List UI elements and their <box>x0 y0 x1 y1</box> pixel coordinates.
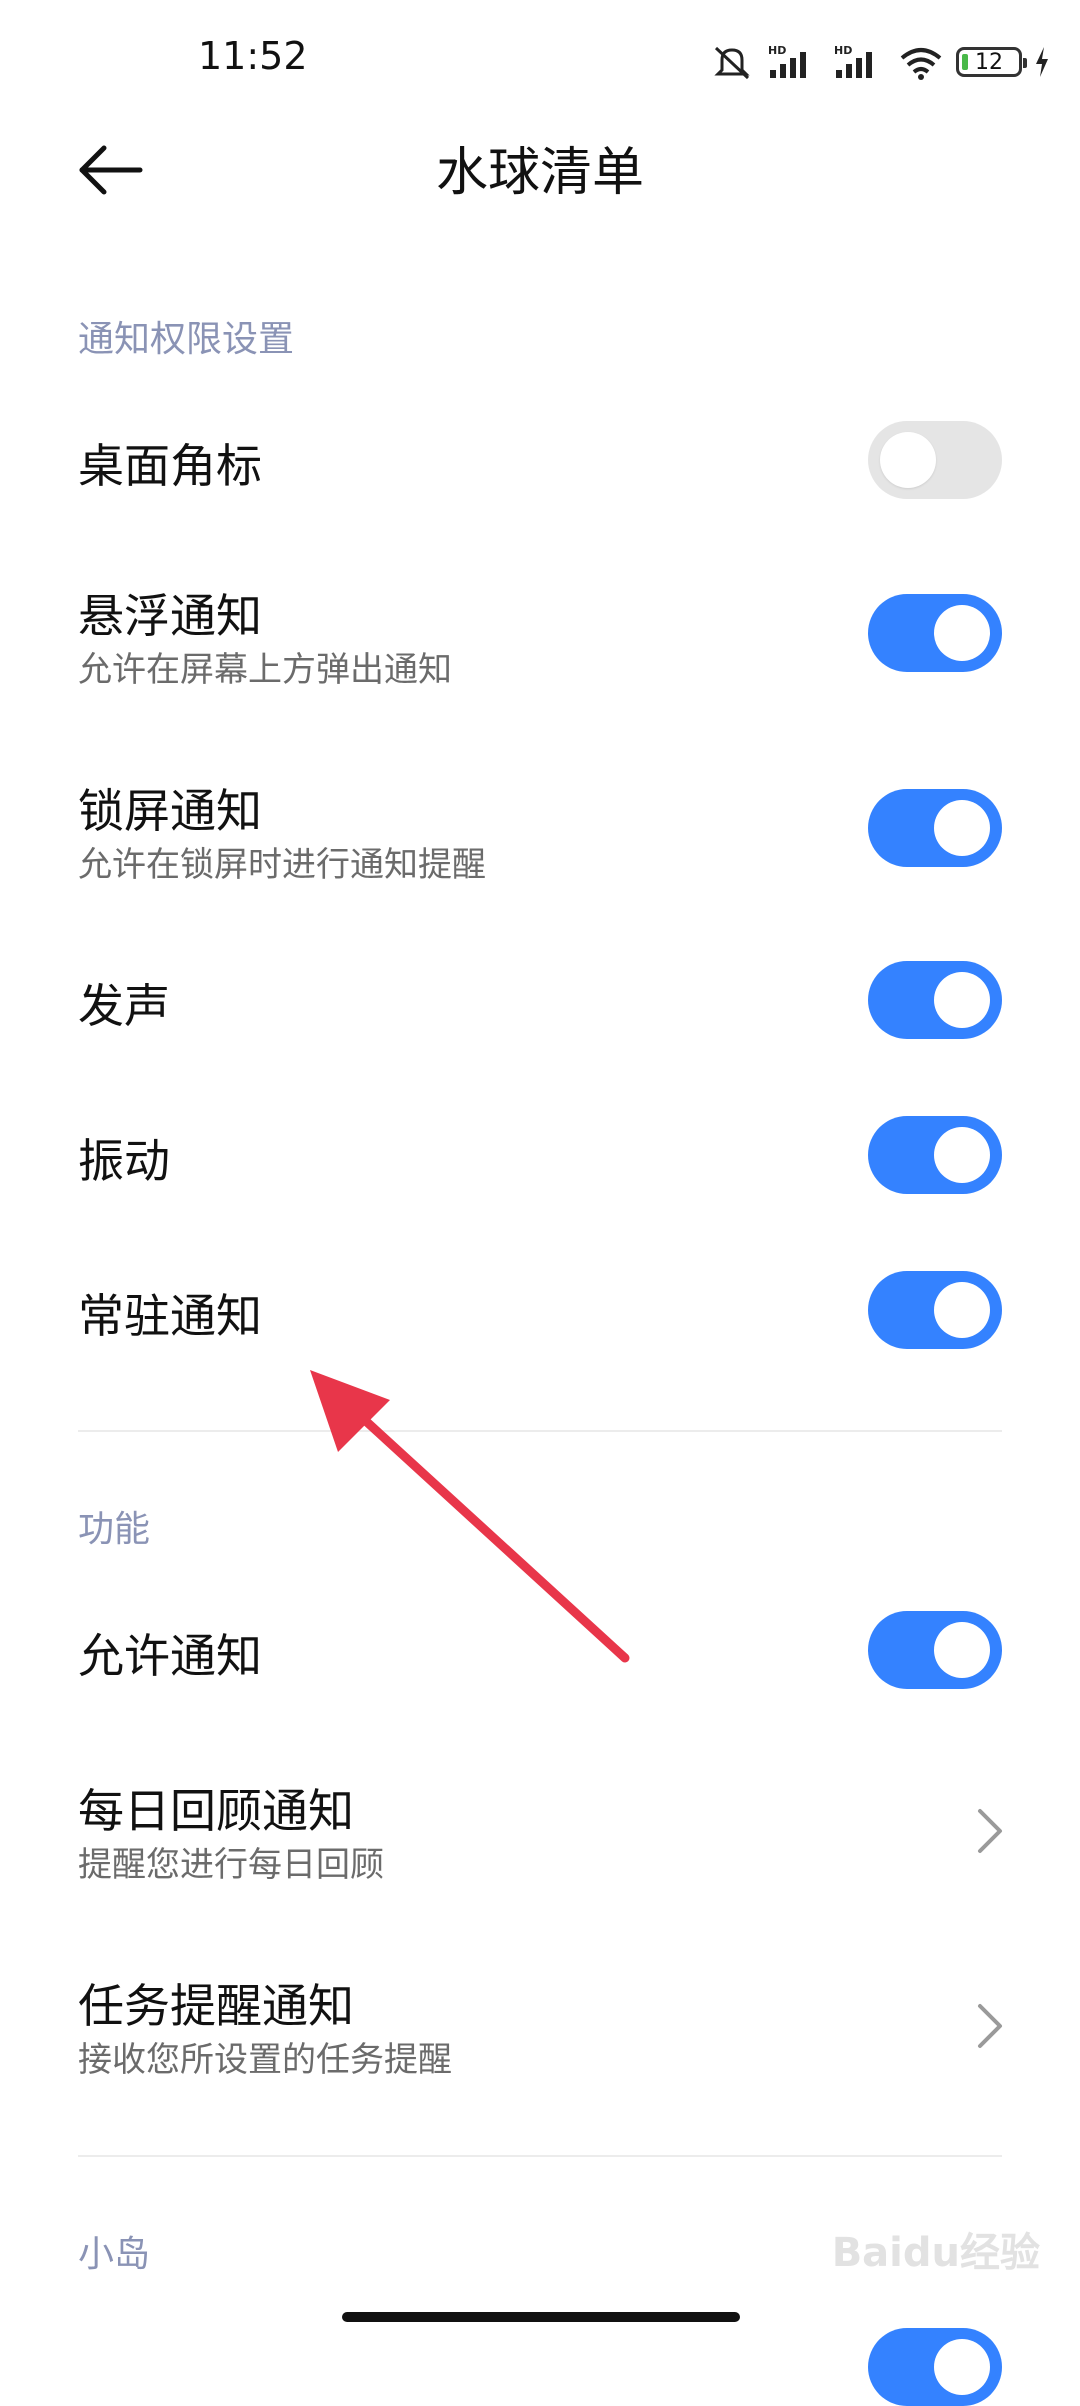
section-title-notification-permissions: 通知权限设置 <box>78 319 295 360</box>
setting-title: 任务提醒通知 <box>78 1979 354 2033</box>
toggle-knob <box>934 800 990 856</box>
sound-toggle[interactable] <box>868 961 1002 1039</box>
lockscreen-notification-toggle[interactable] <box>868 789 1002 867</box>
desktop-badge-toggle[interactable] <box>868 421 1002 499</box>
setting-row-sound[interactable]: 发声 <box>0 940 1080 1060</box>
setting-title: 悬浮通知 <box>78 589 262 643</box>
setting-row-lockscreen-notification[interactable]: 锁屏通知 允许在锁屏时进行通知提醒 <box>0 765 1080 895</box>
setting-subtitle: 允许在锁屏时进行通知提醒 <box>78 845 486 885</box>
setting-row-desktop-badge[interactable]: 桌面角标 <box>0 400 1080 520</box>
setting-row-task-reminder[interactable]: 任务提醒通知 接收您所设置的任务提醒 <box>0 1960 1080 2090</box>
signal-hd-label: HD <box>834 44 852 57</box>
setting-title: 振动 <box>78 1134 170 1188</box>
chevron-right-icon <box>978 2004 1002 2048</box>
setting-subtitle: 接收您所设置的任务提醒 <box>78 2040 452 2080</box>
setting-row-vibration[interactable]: 振动 <box>0 1095 1080 1215</box>
annotation-arrow <box>310 1370 630 1663</box>
toggle-knob <box>934 2339 990 2395</box>
setting-title: 常驻通知 <box>78 1289 262 1343</box>
mute-bell-icon <box>714 46 750 80</box>
battery-level: 12 <box>975 49 1003 75</box>
signal-icon: HD <box>768 44 806 78</box>
toggle-knob <box>934 1622 990 1678</box>
setting-row-floating-notification[interactable]: 悬浮通知 允许在屏幕上方弹出通知 <box>0 570 1080 700</box>
page-title: 水球清单 <box>435 143 644 203</box>
status-icons: HD HD 12 <box>710 42 1050 82</box>
wifi-icon <box>900 48 942 80</box>
status-time: 11:52 <box>198 34 308 78</box>
toggle-knob <box>880 432 936 488</box>
persistent-notification-toggle[interactable] <box>868 1271 1002 1349</box>
setting-row-daily-review[interactable]: 每日回顾通知 提醒您进行每日回顾 <box>0 1765 1080 1895</box>
toggle-knob <box>934 1282 990 1338</box>
allow-notification-toggle[interactable] <box>868 1611 1002 1689</box>
chevron-right-icon <box>978 1809 1002 1853</box>
toggle-knob <box>934 605 990 661</box>
battery-icon: 12 <box>956 47 1027 77</box>
setting-subtitle: 提醒您进行每日回顾 <box>78 1845 384 1885</box>
setting-title: 锁屏通知 <box>78 784 262 838</box>
home-indicator[interactable] <box>342 2312 740 2322</box>
setting-title: 允许通知 <box>78 1629 262 1683</box>
charging-icon <box>1036 47 1048 77</box>
setting-title: 发声 <box>78 979 170 1033</box>
setting-row-persistent-notification[interactable]: 常驻通知 <box>0 1250 1080 1370</box>
setting-subtitle: 允许在屏幕上方弹出通知 <box>78 650 452 690</box>
section-divider <box>78 2155 1002 2157</box>
toggle-knob <box>934 972 990 1028</box>
floating-notification-toggle[interactable] <box>868 594 1002 672</box>
setting-title: 每日回顾通知 <box>78 1784 354 1838</box>
toggle-knob <box>934 1127 990 1183</box>
baidu-watermark: Baidu经验 <box>831 2230 1040 2276</box>
section-title-features: 功能 <box>78 1509 151 1550</box>
section-title-island: 小岛 <box>78 2234 151 2275</box>
signal-icon: HD <box>834 44 872 78</box>
vibration-toggle[interactable] <box>868 1116 1002 1194</box>
setting-title: 桌面角标 <box>78 439 262 493</box>
signal-hd-label: HD <box>768 44 786 57</box>
